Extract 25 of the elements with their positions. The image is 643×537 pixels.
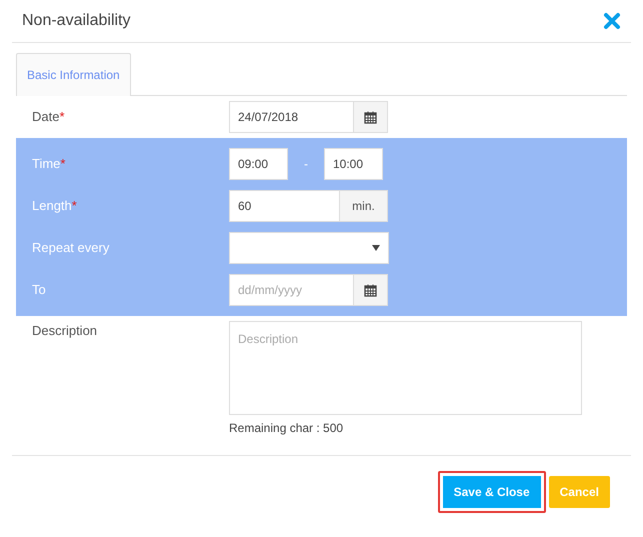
date-field[interactable]: dd/mm/yyyy (229, 274, 354, 306)
close-icon[interactable] (603, 12, 621, 30)
save-button[interactable]: Save & Close (438, 471, 546, 513)
description-field[interactable]: Description (229, 321, 582, 415)
field-label: Length* (32, 197, 78, 216)
field-label: Time* (32, 155, 66, 174)
field-label: To (32, 281, 47, 300)
calendar-button[interactable] (353, 274, 388, 306)
unit-label: min. (339, 190, 388, 222)
date-field[interactable]: 24/07/2018 (229, 101, 354, 133)
dialog-title: Non-availability (22, 11, 130, 31)
field-label: Description (32, 322, 98, 340)
time-field[interactable]: 09:00 (229, 148, 288, 180)
field-label: Repeat every (32, 239, 110, 258)
calendar-icon (364, 284, 377, 296)
calendar-icon (364, 110, 377, 124)
calendar-button[interactable] (353, 101, 388, 133)
length-field[interactable]: 60 (229, 190, 340, 222)
time-field[interactable]: 10:00 (324, 148, 383, 180)
field-label: Date* (32, 108, 66, 126)
cancel-button[interactable]: Cancel (548, 476, 610, 508)
separator-text: - (304, 156, 308, 173)
tab[interactable]: Basic Information (16, 53, 131, 96)
caret-icon (372, 245, 380, 251)
remaining-chars-text: Remaining char : 500 (229, 420, 344, 437)
